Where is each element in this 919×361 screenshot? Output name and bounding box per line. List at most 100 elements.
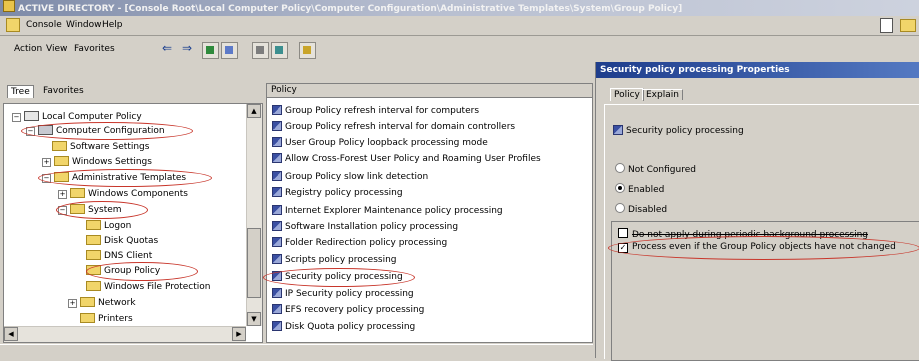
policy-item[interactable]: Group Policy refresh interval for domain… bbox=[272, 120, 515, 135]
tree-item-disk-quotas[interactable]: Disk Quotas bbox=[86, 234, 158, 249]
policy-item[interactable]: Registry policy processing bbox=[272, 186, 403, 201]
policy-item[interactable]: Group Policy refresh interval for comput… bbox=[272, 104, 479, 119]
computer-icon bbox=[38, 125, 53, 135]
menu-view[interactable]: View bbox=[46, 44, 67, 54]
checkbox-checked[interactable]: ✓ bbox=[618, 243, 628, 253]
open-folder-icon bbox=[70, 204, 85, 214]
expand-icon[interactable]: + bbox=[58, 190, 67, 199]
policy-setting-icon bbox=[272, 304, 282, 314]
radio-circle[interactable] bbox=[615, 163, 625, 173]
policy-item-security-processing[interactable]: Security policy processing bbox=[272, 270, 403, 285]
collapse-icon[interactable]: − bbox=[42, 174, 51, 183]
radio-circle-selected[interactable] bbox=[615, 183, 625, 193]
menu-action[interactable]: Action bbox=[14, 44, 42, 54]
tree-item-network[interactable]: + Network bbox=[68, 296, 136, 311]
policy-item[interactable]: Scripts policy processing bbox=[272, 253, 397, 268]
policy-setting-icon bbox=[272, 288, 282, 298]
expand-icon[interactable]: + bbox=[68, 299, 77, 308]
folder-icon bbox=[86, 265, 101, 275]
policy-item[interactable]: Disk Quota policy processing bbox=[272, 320, 415, 335]
computer-policy-icon bbox=[24, 111, 39, 121]
collapse-icon[interactable]: − bbox=[12, 113, 21, 122]
menu-favorites[interactable]: Favorites bbox=[74, 44, 115, 54]
window-title-bar: ACTIVE DIRECTORY - [Console Root\Local C… bbox=[0, 0, 919, 16]
open-folder-icon[interactable] bbox=[900, 19, 916, 32]
scroll-thumb[interactable] bbox=[247, 228, 261, 298]
policy-item[interactable]: User Group Policy loopback processing mo… bbox=[272, 136, 488, 151]
policy-item[interactable]: Software Installation policy processing bbox=[272, 220, 458, 235]
policy-setting-icon bbox=[272, 187, 282, 197]
properties-button[interactable] bbox=[252, 42, 269, 59]
scroll-up-icon[interactable]: ▲ bbox=[247, 104, 261, 118]
console-menu-icon bbox=[6, 18, 20, 32]
tree-item-windows-file-protection[interactable]: Windows File Protection bbox=[86, 280, 211, 295]
radio-circle[interactable] bbox=[615, 203, 625, 213]
setting-name-row: Security policy processing bbox=[613, 125, 744, 136]
tree-tab-strip: Tree Favorites bbox=[3, 83, 261, 99]
show-tree-icon bbox=[225, 46, 233, 54]
up-level-button[interactable] bbox=[202, 42, 219, 59]
menu-window[interactable]: Window bbox=[66, 20, 102, 30]
folder-icon bbox=[86, 220, 101, 230]
folder-icon bbox=[70, 188, 85, 198]
collapse-icon[interactable]: − bbox=[26, 127, 35, 136]
policy-column-header[interactable]: Policy bbox=[267, 84, 592, 98]
folder-icon bbox=[52, 141, 67, 151]
tree-item-system[interactable]: − System bbox=[58, 203, 122, 218]
policy-item[interactable]: EFS recovery policy processing bbox=[272, 303, 424, 318]
tab-tree[interactable]: Tree bbox=[7, 85, 34, 98]
policy-setting-icon bbox=[272, 271, 282, 281]
forward-arrow-icon[interactable]: ⇒ bbox=[182, 41, 192, 55]
tree-item-windows-components[interactable]: + Windows Components bbox=[58, 187, 188, 202]
toolbar: Action View Favorites ⇐ ⇒ bbox=[0, 40, 593, 60]
tab-favorites[interactable]: Favorites bbox=[43, 86, 84, 96]
dialog-title: Security policy processing Properties bbox=[600, 65, 790, 75]
policy-setting-icon bbox=[272, 105, 282, 115]
policy-item[interactable]: Internet Explorer Maintenance policy pro… bbox=[272, 204, 503, 219]
checkbox-unchecked[interactable] bbox=[618, 228, 628, 238]
show-tree-button[interactable] bbox=[221, 42, 238, 59]
help-button[interactable] bbox=[299, 42, 316, 59]
window-title: ACTIVE DIRECTORY - [Console Root\Local C… bbox=[18, 4, 683, 14]
radio-not-configured[interactable]: Not Configured bbox=[615, 163, 696, 175]
tree-vertical-scrollbar[interactable]: ▲ ▼ bbox=[246, 104, 262, 326]
checkbox-process-even-if-unchanged[interactable]: ✓ Process even if the Group Policy object… bbox=[618, 242, 896, 253]
tree-item-printers[interactable]: Printers bbox=[80, 312, 133, 327]
tree-item-logon[interactable]: Logon bbox=[86, 219, 131, 234]
tree-horizontal-scrollbar[interactable]: ◀ ▶ bbox=[4, 326, 246, 342]
export-list-button[interactable] bbox=[271, 42, 288, 59]
checkbox-background-processing[interactable]: Do not apply during periodic background … bbox=[618, 228, 868, 240]
scroll-right-icon[interactable]: ▶ bbox=[232, 327, 246, 341]
tree-item-software-settings[interactable]: Software Settings bbox=[52, 140, 149, 155]
tab-policy[interactable]: Policy bbox=[610, 88, 644, 101]
scroll-down-icon[interactable]: ▼ bbox=[247, 312, 261, 326]
policy-setting-icon bbox=[272, 205, 282, 215]
policy-item[interactable]: IP Security policy processing bbox=[272, 287, 414, 302]
policy-setting-icon bbox=[272, 121, 282, 131]
folder-icon bbox=[80, 297, 95, 307]
tab-explain[interactable]: Explain bbox=[642, 89, 683, 100]
radio-disabled[interactable]: Disabled bbox=[615, 203, 667, 215]
menu-help[interactable]: Help bbox=[102, 20, 123, 30]
policy-item[interactable]: Folder Redirection policy processing bbox=[272, 236, 447, 251]
policy-setting-icon bbox=[272, 153, 282, 163]
back-arrow-icon[interactable]: ⇐ bbox=[162, 41, 172, 55]
collapse-icon[interactable]: − bbox=[58, 206, 67, 215]
folder-icon bbox=[86, 235, 101, 245]
tree-item-group-policy[interactable]: Group Policy bbox=[86, 264, 160, 279]
policy-item[interactable]: Group Policy slow link detection bbox=[272, 170, 428, 185]
scroll-left-icon[interactable]: ◀ bbox=[4, 327, 18, 341]
folder-icon bbox=[86, 281, 101, 291]
tree-item-dns-client[interactable]: DNS Client bbox=[86, 249, 152, 264]
menu-console[interactable]: Console bbox=[26, 20, 62, 30]
policy-item[interactable]: Allow Cross-Forest User Policy and Roami… bbox=[272, 152, 541, 167]
new-document-icon[interactable] bbox=[880, 18, 893, 33]
policy-setting-icon bbox=[272, 171, 282, 181]
status-bar bbox=[0, 344, 593, 359]
tree-item-windows-settings[interactable]: + Windows Settings bbox=[42, 155, 152, 170]
radio-enabled[interactable]: Enabled bbox=[615, 183, 664, 195]
tree-item-local-computer-policy[interactable]: − Local Computer Policy bbox=[12, 110, 142, 125]
tree-item-administrative-templates[interactable]: − Administrative Templates bbox=[42, 171, 186, 186]
expand-icon[interactable]: + bbox=[42, 158, 51, 167]
tree-item-computer-configuration[interactable]: − Computer Configuration bbox=[26, 124, 165, 139]
